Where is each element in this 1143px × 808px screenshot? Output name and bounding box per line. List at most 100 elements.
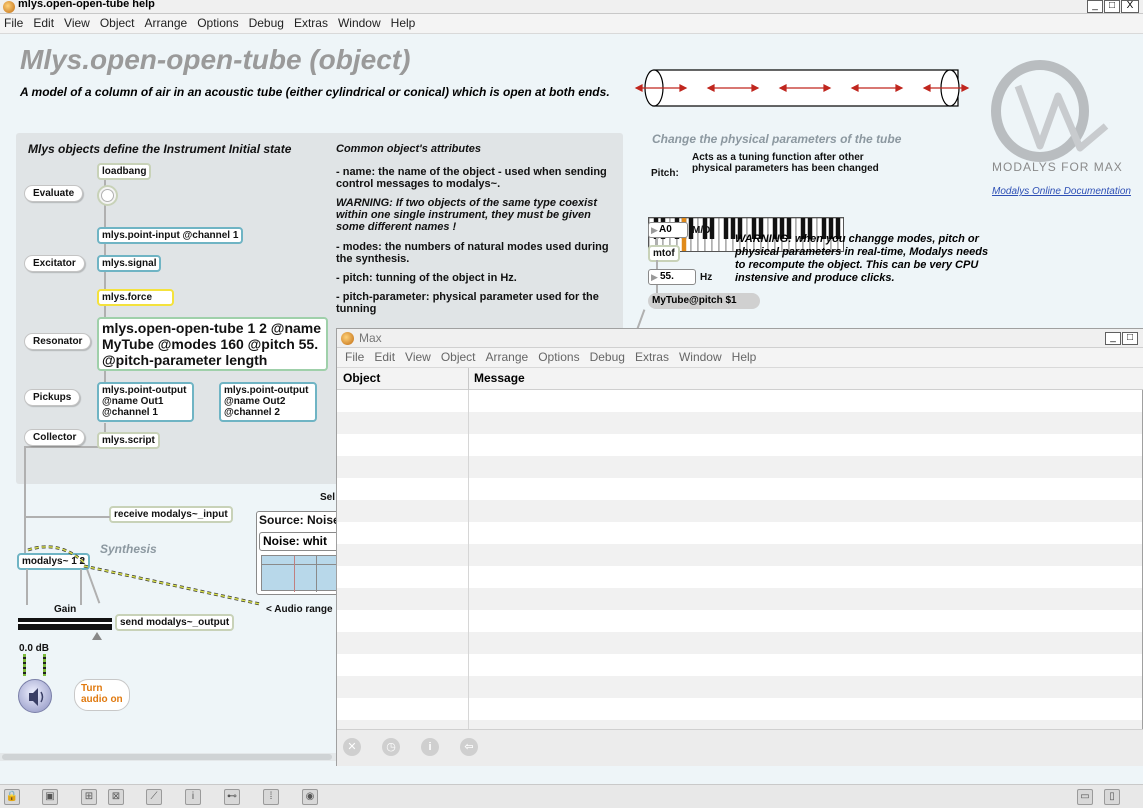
point-output-1-object[interactable]: mlys.point-output @name Out1 @channel 1 bbox=[97, 382, 194, 422]
console-menu-extras[interactable]: Extras bbox=[631, 348, 675, 367]
minimize-icon[interactable]: _ bbox=[1087, 0, 1103, 13]
label-resonator[interactable]: Resonator bbox=[24, 333, 92, 350]
signal-object[interactable]: mlys.signal bbox=[97, 255, 162, 272]
source-label: Source: Noise bbox=[259, 513, 340, 527]
console-row[interactable] bbox=[337, 522, 1142, 544]
label-collector[interactable]: Collector bbox=[24, 429, 86, 446]
signal-cord bbox=[27, 545, 261, 606]
snap-icon[interactable]: ⊠ bbox=[108, 789, 124, 805]
console-menu-help[interactable]: Help bbox=[728, 348, 763, 367]
lock-icon[interactable]: 🔒 bbox=[4, 789, 20, 805]
new-object-icon[interactable]: ⟋ bbox=[146, 789, 162, 805]
console-row[interactable] bbox=[337, 720, 1142, 729]
point-output-2-object[interactable]: mlys.point-output @name Out2 @channel 2 bbox=[219, 382, 317, 422]
console-row[interactable] bbox=[337, 566, 1142, 588]
console-toolbar: ✕ ◷ i ⇦ bbox=[337, 729, 1143, 766]
console-menu-edit[interactable]: Edit bbox=[370, 348, 401, 367]
noise-type-menu[interactable]: Noise: whit bbox=[259, 532, 339, 551]
menu-object[interactable]: Object bbox=[96, 14, 141, 33]
grid-toggle-icon[interactable]: ⊞ bbox=[81, 789, 97, 805]
open-open-tube-object[interactable]: mlys.open-open-tube 1 2 @name MyTube @mo… bbox=[97, 317, 328, 371]
console-row[interactable] bbox=[337, 434, 1142, 456]
console-message-list[interactable] bbox=[337, 390, 1142, 729]
mtof-object[interactable]: mtof bbox=[648, 245, 680, 262]
back-arrow-icon[interactable]: ⇦ bbox=[460, 738, 478, 756]
console-row[interactable] bbox=[337, 698, 1142, 720]
console-row[interactable] bbox=[337, 676, 1142, 698]
menu-arrange[interactable]: Arrange bbox=[141, 14, 194, 33]
console-row[interactable] bbox=[337, 412, 1142, 434]
menu-edit[interactable]: Edit bbox=[29, 14, 60, 33]
hz-number-box[interactable]: ▶ 55. bbox=[648, 269, 696, 285]
inspector-icon[interactable]: i bbox=[185, 789, 201, 805]
loadbang-object[interactable]: loadbang bbox=[97, 163, 152, 180]
documentation-link[interactable]: Modalys Online Documentation bbox=[992, 186, 1131, 197]
console-minimize-icon[interactable]: _ bbox=[1105, 332, 1121, 345]
console-row[interactable] bbox=[337, 610, 1142, 632]
note-value: A0 bbox=[659, 224, 672, 235]
audio-range-display[interactable] bbox=[261, 555, 340, 592]
page-description: A model of a column of air in an acousti… bbox=[20, 85, 610, 99]
menu-window[interactable]: Window bbox=[334, 14, 387, 33]
console-row[interactable] bbox=[337, 544, 1142, 566]
db-readout: 0.0 dB bbox=[19, 643, 50, 654]
console-title: Max bbox=[359, 331, 382, 345]
console-row[interactable] bbox=[337, 654, 1142, 676]
gain-handle-icon[interactable] bbox=[92, 632, 102, 640]
palette-icon[interactable]: ⁞ bbox=[263, 789, 279, 805]
console-row[interactable] bbox=[337, 456, 1142, 478]
console-menu-options[interactable]: Options bbox=[534, 348, 585, 367]
console-row[interactable] bbox=[337, 632, 1142, 654]
column-divider bbox=[468, 390, 469, 729]
console-row[interactable] bbox=[337, 390, 1142, 412]
column-message[interactable]: Message bbox=[474, 371, 525, 385]
maximize-icon[interactable]: □ bbox=[1104, 0, 1120, 13]
column-divider[interactable] bbox=[468, 368, 469, 390]
page-title: Mlys.open-open-tube (object) bbox=[20, 44, 411, 75]
console-row[interactable] bbox=[337, 588, 1142, 610]
audio-icon[interactable]: ◉ bbox=[302, 789, 318, 805]
label-excitator[interactable]: Excitator bbox=[24, 255, 85, 272]
script-object[interactable]: mlys.script bbox=[97, 432, 160, 449]
piano-black-key[interactable] bbox=[723, 218, 729, 239]
menu-view[interactable]: View bbox=[60, 14, 96, 33]
menu-help[interactable]: Help bbox=[387, 14, 422, 33]
force-object[interactable]: mlys.force bbox=[97, 289, 174, 306]
connect-icon[interactable]: ⊷ bbox=[224, 789, 240, 805]
close-icon[interactable]: X bbox=[1121, 0, 1139, 13]
menu-extras[interactable]: Extras bbox=[290, 14, 334, 33]
console-menu-file[interactable]: File bbox=[337, 348, 370, 367]
console-menu-view[interactable]: View bbox=[401, 348, 437, 367]
label-pickups[interactable]: Pickups bbox=[24, 389, 81, 406]
realtime-warning: WARNING: when you changge modes, pitch o… bbox=[735, 233, 989, 284]
column-object[interactable]: Object bbox=[343, 371, 380, 385]
menu-options[interactable]: Options bbox=[193, 14, 244, 33]
clock-icon[interactable]: ◷ bbox=[382, 738, 400, 756]
clear-icon[interactable]: ✕ bbox=[343, 738, 361, 756]
console-row[interactable] bbox=[337, 478, 1142, 500]
console-menu-object[interactable]: Object bbox=[437, 348, 482, 367]
presentation-icon[interactable]: ▣ bbox=[42, 789, 58, 805]
modalys-logo-icon bbox=[991, 60, 1109, 162]
menu-debug[interactable]: Debug bbox=[245, 14, 290, 33]
info-icon[interactable]: i bbox=[421, 738, 439, 756]
note-number-box[interactable]: ▶ A0 bbox=[648, 222, 688, 238]
gain-slider[interactable] bbox=[18, 618, 112, 630]
console-menu-window[interactable]: Window bbox=[675, 348, 728, 367]
point-input-object[interactable]: mlys.point-input @channel 1 bbox=[97, 227, 244, 244]
send-object[interactable]: send modalys~_output bbox=[115, 614, 235, 631]
split-vertical-icon[interactable]: ▯ bbox=[1104, 789, 1120, 805]
pitch-message-box[interactable]: MyTube@pitch $1 bbox=[648, 293, 760, 309]
console-maximize-icon[interactable]: □ bbox=[1122, 332, 1138, 345]
console-menu-arrange[interactable]: Arrange bbox=[482, 348, 535, 367]
label-evaluate[interactable]: Evaluate bbox=[24, 185, 84, 202]
receive-object[interactable]: receive modalys~_input bbox=[109, 506, 233, 523]
split-horizontal-icon[interactable]: ▭ bbox=[1077, 789, 1093, 805]
console-row[interactable] bbox=[337, 500, 1142, 522]
bang-button[interactable] bbox=[97, 185, 118, 206]
attr-pitch-text: - pitch: tunning of the object in Hz. bbox=[336, 272, 517, 284]
console-menu-debug[interactable]: Debug bbox=[586, 348, 631, 367]
menu-file[interactable]: File bbox=[0, 14, 29, 33]
speaker-icon[interactable] bbox=[18, 679, 52, 713]
horizontal-scrollbar[interactable] bbox=[0, 753, 336, 761]
